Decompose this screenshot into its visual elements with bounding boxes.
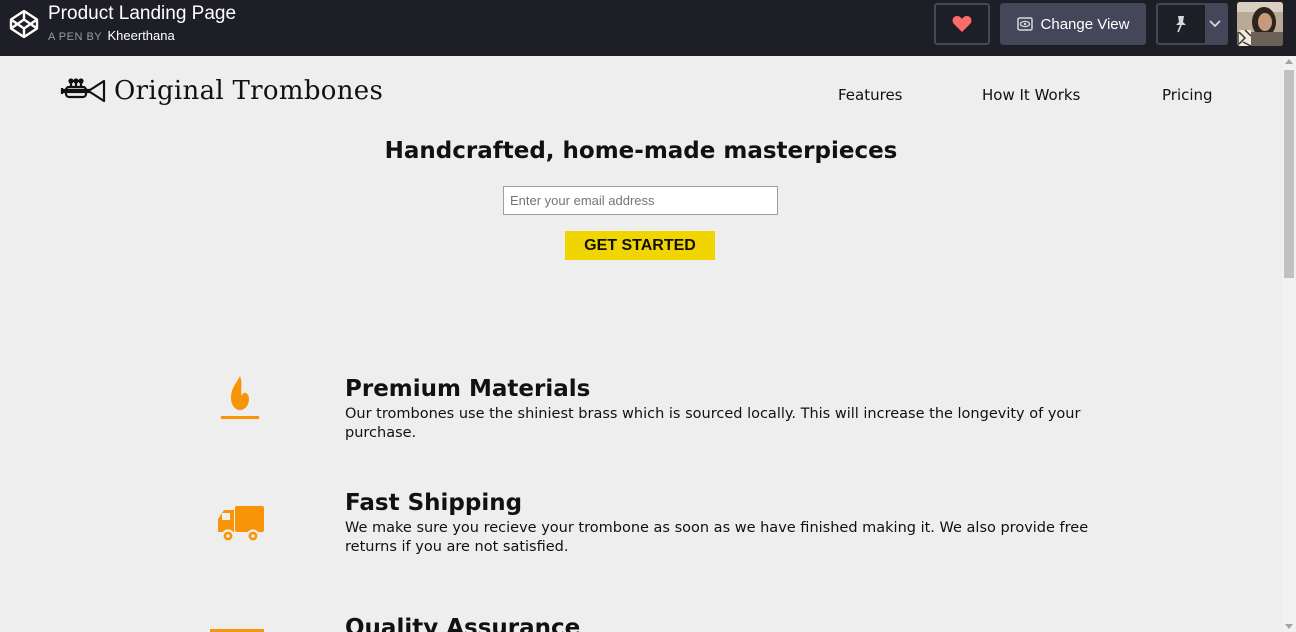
hero-headline: Handcrafted, home-made masterpieces	[384, 138, 898, 164]
email-input[interactable]	[503, 186, 778, 215]
nav-link-how-it-works[interactable]: How It Works	[982, 86, 1080, 104]
feature-title: Premium Materials	[345, 376, 591, 402]
feature-text: We make sure you recieve your trombone a…	[345, 520, 1089, 555]
nav-link-pricing[interactable]: Pricing	[1162, 86, 1213, 104]
pen-by-label: A PEN BY	[48, 31, 102, 43]
change-view-label: Change View	[1040, 15, 1130, 33]
codepen-logo-icon[interactable]	[8, 8, 40, 40]
page-scrollbar[interactable]	[1282, 56, 1296, 632]
trumpet-logo-icon	[60, 78, 106, 103]
change-view-button[interactable]: Change View	[1000, 3, 1146, 45]
feature-text: Our trombones use the shiniest brass whi…	[345, 406, 1081, 441]
pin-dropdown-button[interactable]	[1204, 5, 1226, 43]
scroll-up-arrow-icon[interactable]	[1285, 59, 1293, 64]
feature-premium-materials: Premium Materials Our trombones use the …	[0, 366, 1282, 446]
feature-quality-assurance: Quality Assurance	[0, 611, 1282, 632]
eye-icon	[1016, 17, 1033, 31]
pin-icon	[1176, 16, 1187, 33]
heart-icon	[952, 16, 972, 32]
avatar-image	[1237, 2, 1283, 46]
codepen-header: Product Landing Page A PEN BY Kheerthana…	[0, 0, 1296, 56]
truck-icon	[218, 506, 264, 543]
scrollbar-thumb[interactable]	[1284, 70, 1294, 278]
get-started-button[interactable]: GET STARTED	[565, 231, 715, 260]
chevron-down-icon	[1209, 20, 1221, 28]
feature-title: Quality Assurance	[345, 615, 581, 632]
pen-byline: A PEN BY Kheerthana	[48, 28, 175, 43]
brand[interactable]: Original Trombones	[60, 76, 383, 106]
preview-page: Original Trombones Features How It Works…	[0, 56, 1282, 632]
pen-title: Product Landing Page	[48, 3, 237, 24]
feature-title: Fast Shipping	[345, 490, 523, 516]
flame-icon	[221, 376, 259, 419]
scroll-down-arrow-icon[interactable]	[1285, 624, 1293, 629]
pin-button[interactable]	[1158, 5, 1205, 43]
brand-name: Original Trombones	[114, 76, 384, 106]
feature-fast-shipping: Fast Shipping We make sure you recieve y…	[0, 481, 1282, 581]
nav-link-features[interactable]: Features	[838, 86, 903, 104]
like-button[interactable]	[934, 3, 990, 45]
author-link[interactable]: Kheerthana	[108, 28, 175, 43]
user-avatar[interactable]	[1237, 2, 1283, 46]
pin-button-group	[1156, 3, 1228, 45]
